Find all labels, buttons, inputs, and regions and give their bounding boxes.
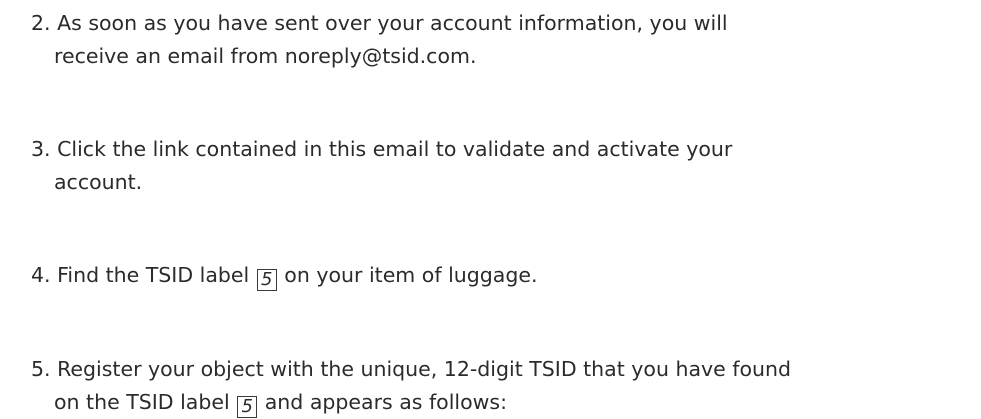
step-2-line-2: receive an email from noreply@tsid.com. [54,44,477,68]
step-5-text-after-ref: and appears as follows: [264,390,508,414]
step-3-line-1: 3. Click the link contained in this emai… [31,133,971,166]
step-3-line-2: account. [54,170,143,194]
step-3-text-1: Click the link contained in this email t… [57,137,733,161]
step-4-text-after-ref: on your item of luggage. [284,263,538,287]
step-2-number: 2. [31,11,51,35]
step-5-text-1: Register your object with the unique, 12… [57,357,792,381]
tsid-label-reference: 5 [237,396,258,418]
step-2-text-1: As soon as you have sent over your accou… [57,11,728,35]
step-2-line-1: 2. As soon as you have sent over your ac… [31,7,971,40]
step-4-line-1: 4. Find the TSID label 5 on your item of… [31,259,971,292]
step-4-text-before-ref: Find the TSID label [57,263,250,287]
instructions-document: 2. As soon as you have sent over your ac… [0,0,981,418]
tsid-label-reference: 5 [256,269,277,291]
step-5-text-before-ref: on the TSID label [54,390,230,414]
step-3-number: 3. [31,137,51,161]
step-5-line-1: 5. Register your object with the unique,… [31,353,971,386]
step-5-number: 5. [31,357,51,381]
step-2: 2. As soon as you have sent over your ac… [31,7,971,73]
step-3: 3. Click the link contained in this emai… [31,133,971,199]
step-4-number: 4. [31,263,51,287]
step-5: 5. Register your object with the unique,… [31,353,971,419]
step-5-line-2: on the TSID label 5 and appears as follo… [31,386,971,419]
step-4: 4. Find the TSID label 5 on your item of… [31,259,971,292]
